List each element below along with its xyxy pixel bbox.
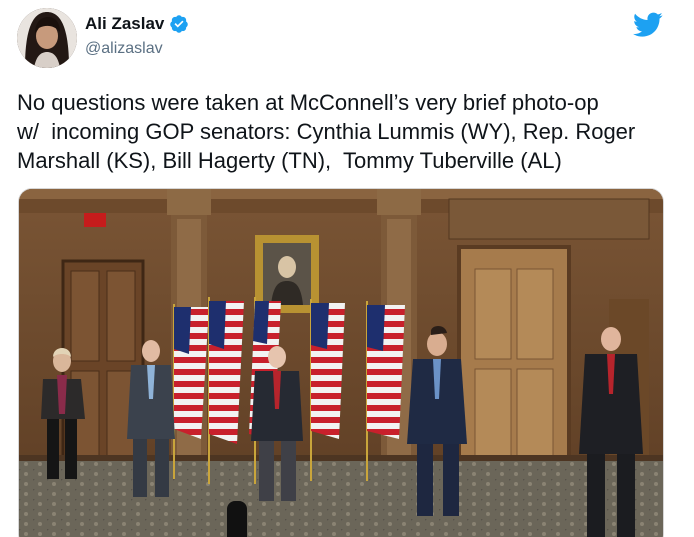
verified-badge-icon	[170, 15, 189, 33]
author-handle[interactable]: @alizaslav	[85, 40, 163, 58]
author-name-row: Ali Zaslav	[85, 14, 189, 34]
avatar[interactable]	[17, 8, 77, 68]
tweet-photo[interactable]	[18, 188, 664, 537]
exit-sign	[84, 213, 106, 227]
tweet-card[interactable]: Ali Zaslav @alizaslav No questions were …	[0, 0, 694, 537]
twitter-bird-icon[interactable]	[633, 12, 663, 38]
author-display-name[interactable]: Ali Zaslav	[85, 14, 164, 34]
microphone	[227, 501, 247, 537]
tweet-text: No questions were taken at McConnell’s v…	[17, 90, 636, 173]
